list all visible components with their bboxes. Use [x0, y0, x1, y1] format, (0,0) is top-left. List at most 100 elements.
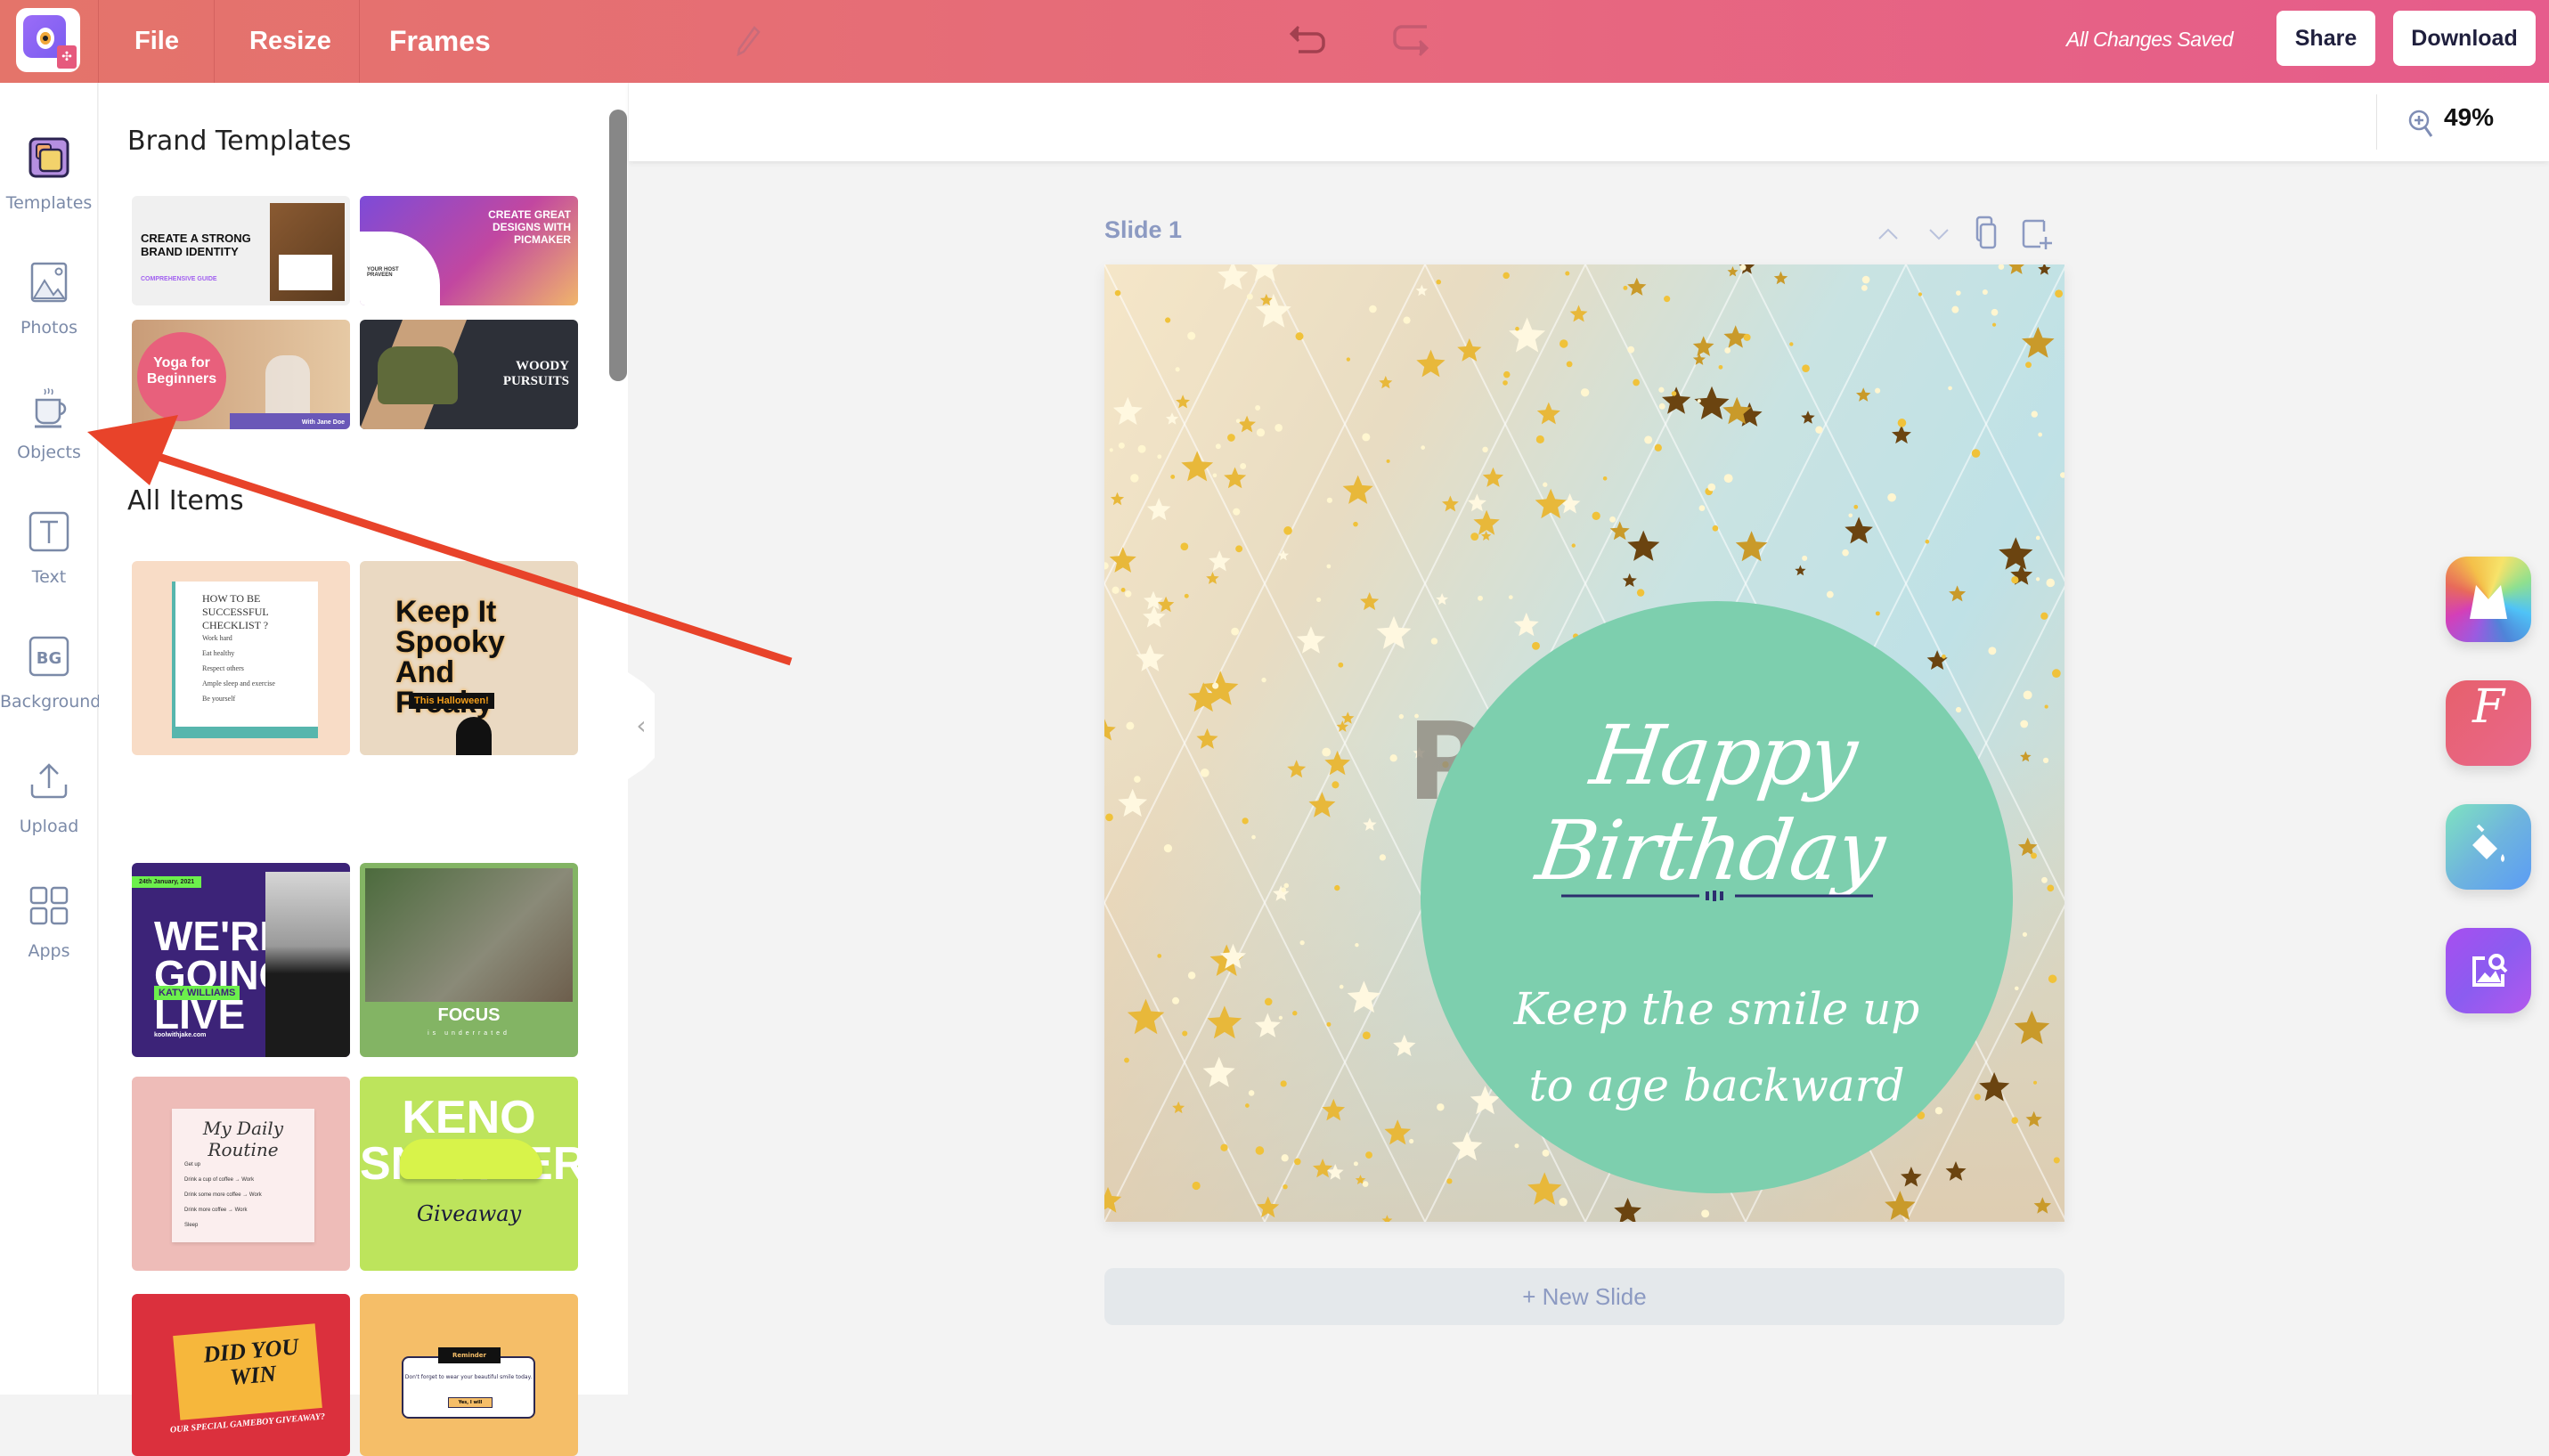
confetti-star	[1118, 788, 1148, 817]
template-title: WOODY PURSUITS	[502, 359, 569, 388]
undo-icon[interactable]	[1284, 16, 1331, 62]
zoom-level[interactable]: 49%	[2444, 103, 2494, 132]
item-card[interactable]: 24th January, 2021 WE'RE GOING LIVE KATY…	[132, 863, 350, 1057]
item-line: Be yourself	[202, 695, 236, 703]
item-card[interactable]: DID YOU WIN OUR SPECIAL GAMEBOY GIVEAWAY…	[132, 1294, 350, 1456]
confetti-dot	[1255, 1146, 1265, 1155]
confetti-dot	[1991, 322, 1997, 327]
item-card[interactable]: FOCUS is underrated	[360, 863, 578, 1057]
heading-text[interactable]: Happy Birthday	[1407, 708, 2026, 899]
confetti-dot	[1430, 638, 1438, 645]
rail-label: Upload	[19, 817, 79, 836]
menu-resize[interactable]: Resize	[249, 0, 331, 83]
confetti-dot	[1671, 391, 1677, 396]
birthday-circle[interactable]: Happy Birthday Keep the smile up to age …	[1421, 601, 2013, 1193]
confetti-star	[1692, 336, 1714, 356]
confetti-dot	[1503, 370, 1511, 378]
rail-item-templates[interactable]: Templates	[0, 136, 98, 243]
brand-template-card[interactable]: Yoga for Beginners With Jane Doe	[132, 320, 350, 429]
rail-item-photos[interactable]: Photos	[0, 261, 98, 368]
move-down-icon[interactable]	[1919, 214, 1959, 253]
move-up-icon[interactable]	[1869, 214, 1908, 253]
confetti-dot	[1559, 1198, 1568, 1207]
menu-file[interactable]: File	[134, 0, 179, 83]
confetti-dot	[1948, 386, 1952, 391]
rail-item-text[interactable]: Text	[0, 510, 98, 617]
rail-item-upload[interactable]: Upload	[0, 760, 98, 866]
confetti-star	[1136, 644, 1165, 671]
confetti-dot	[1389, 754, 1397, 762]
brand-template-card[interactable]: WOODY PURSUITS	[360, 320, 578, 429]
rail-item-background[interactable]: BG Background	[0, 635, 101, 742]
redo-icon[interactable]	[1388, 16, 1434, 62]
slide-canvas[interactable]: P Happy Birthday Keep the smile up to ag…	[1104, 264, 2064, 1222]
paint-bucket-app-button[interactable]	[2446, 804, 2531, 890]
confetti-dot	[1789, 342, 1794, 346]
menu-frames[interactable]: Frames	[389, 0, 491, 83]
collapse-panel-button[interactable]: ‹	[628, 672, 655, 779]
confetti-star	[1945, 1161, 1967, 1181]
confetti-star	[1457, 338, 1482, 362]
confetti-dot	[1165, 317, 1171, 323]
confetti-star	[1509, 317, 1546, 353]
confetti-dot	[1514, 1143, 1519, 1149]
download-button[interactable]: Download	[2393, 11, 2536, 66]
photos-icon	[30, 262, 68, 303]
confetti-dot	[1565, 271, 1570, 276]
duplicate-slide-icon[interactable]	[1968, 214, 2007, 253]
subtext-line: to age backward	[1528, 1060, 1905, 1111]
item-title: WE'RE GOING LIVE	[154, 913, 291, 1037]
confetti-star	[1694, 386, 1730, 419]
confetti-dot	[1503, 272, 1510, 280]
confetti-dot	[1739, 264, 1747, 271]
add-slide-icon[interactable]	[2017, 214, 2056, 253]
fonts-app-button[interactable]: F	[2446, 680, 2531, 766]
confetti-star	[1379, 376, 1393, 389]
confetti-dot	[1951, 305, 1959, 313]
item-card[interactable]: Don't forget to wear your beautiful smil…	[360, 1294, 578, 1456]
confetti-dot	[1988, 647, 1997, 655]
image-search-icon	[2472, 954, 2508, 987]
confetti-star	[1527, 1172, 1562, 1205]
brand-template-card[interactable]: CREATE A STRONG BRAND IDENTITY COMPREHEN…	[132, 196, 350, 305]
new-slide-button[interactable]: + New Slide	[1104, 1268, 2064, 1325]
confetti-dot	[1338, 662, 1344, 668]
confetti-dot	[1170, 474, 1176, 479]
upload-icon	[30, 763, 68, 799]
confetti-star	[1436, 593, 1448, 606]
confetti-star	[1692, 353, 1706, 365]
confetti-dot	[1120, 588, 1126, 592]
app-logo[interactable]: ✣	[16, 8, 80, 72]
confetti-dot	[1134, 776, 1141, 783]
confetti-dot	[1233, 508, 1241, 516]
item-card[interactable]: KENO SNEAKERS Giveaway	[360, 1077, 578, 1271]
confetti-star	[1627, 530, 1660, 561]
confetti-star	[1112, 396, 1143, 425]
confetti-dot	[1826, 590, 1834, 598]
logo-m-icon	[2470, 585, 2507, 619]
confetti-dot	[1446, 1178, 1453, 1184]
confetti-star	[1296, 626, 1326, 654]
confetti-dot	[1163, 844, 1173, 853]
share-button[interactable]: Share	[2276, 11, 2375, 66]
item-line: Respect others	[202, 664, 244, 672]
ornament-divider[interactable]	[1561, 891, 1873, 901]
confetti-dot	[1398, 713, 1405, 720]
image-search-app-button[interactable]	[2446, 928, 2531, 1013]
rail-item-apps[interactable]: Apps	[0, 884, 98, 991]
panel-scrollbar[interactable]	[609, 110, 627, 381]
item-card[interactable]: Keep It Spooky And Freaky This Halloween…	[360, 561, 578, 755]
confetti-star	[1209, 550, 1231, 572]
confetti-dot	[2035, 535, 2040, 541]
item-card[interactable]: HOW TO BE SUCCESSFUL CHECKLIST ? Work ha…	[132, 561, 350, 755]
pencil-icon[interactable]	[735, 25, 761, 57]
confetti-star	[1735, 531, 1768, 562]
color-wheel-app-button[interactable]	[2446, 557, 2531, 642]
brand-template-card[interactable]: CREATE GREAT DESIGNS WITH PICMAKER YOUR …	[360, 196, 578, 305]
rail-item-objects[interactable]: Objects	[0, 386, 98, 492]
item-card[interactable]: My Daily Routine Get up Drink a cup of c…	[132, 1077, 350, 1271]
confetti-dot	[1386, 459, 1390, 463]
subtext[interactable]: Keep the smile up to age backward	[1421, 971, 2013, 1124]
zoom-in-icon[interactable]	[2407, 109, 2434, 139]
confetti-dot	[1718, 364, 1723, 370]
